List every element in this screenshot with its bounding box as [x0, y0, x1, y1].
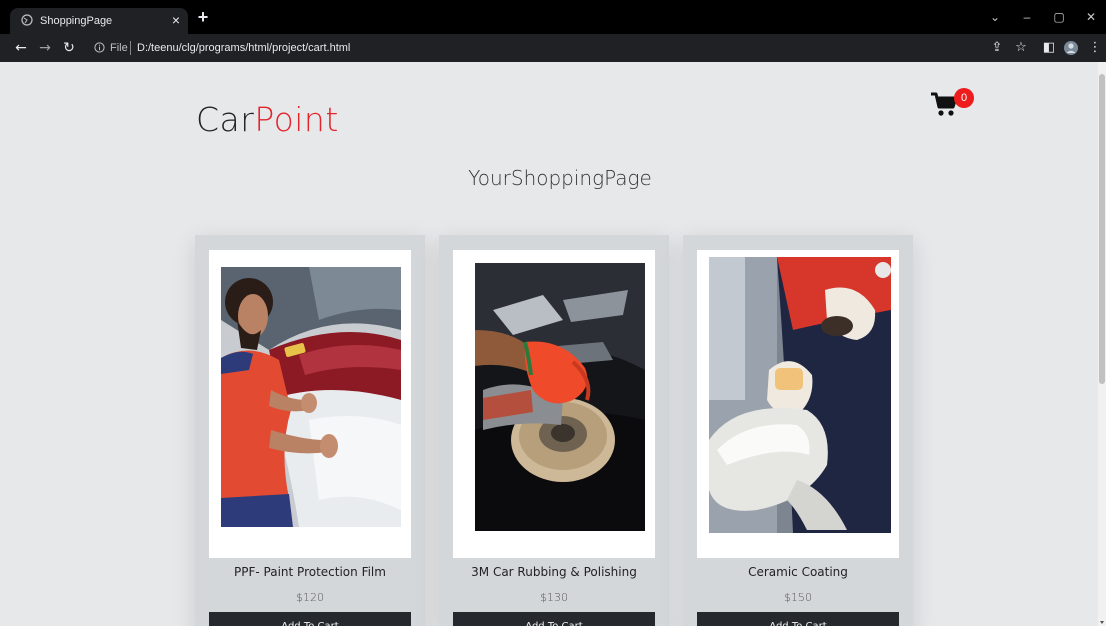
- site-logo[interactable]: CarPoint: [196, 100, 339, 140]
- side-panel-icon[interactable]: ◧: [1040, 39, 1058, 57]
- ppf-photo: [209, 250, 411, 558]
- cart-count-badge: 0: [954, 88, 974, 108]
- reload-icon[interactable]: ↻: [60, 39, 78, 57]
- page-scrollbar[interactable]: [1098, 62, 1106, 626]
- product-price: $150: [784, 591, 812, 604]
- bookmark-star-icon[interactable]: ☆: [1012, 39, 1030, 57]
- product-image[interactable]: [697, 250, 899, 558]
- product-card: 3M Car Rubbing & Polishing $130 Add To C…: [439, 235, 669, 626]
- ceramic-coating-photo: [697, 250, 899, 558]
- close-window-icon[interactable]: ✕: [1076, 8, 1106, 26]
- product-list: PPF- Paint Protection Film $120 Add To C…: [195, 235, 925, 626]
- back-arrow-icon[interactable]: ←: [12, 39, 30, 57]
- file-label: File: [110, 42, 128, 54]
- menu-kebab-icon[interactable]: ⋮: [1086, 39, 1104, 57]
- product-price: $120: [296, 591, 324, 604]
- product-card: PPF- Paint Protection Film $120 Add To C…: [195, 235, 425, 626]
- browser-tab[interactable]: ShoppingPage ×: [10, 8, 188, 34]
- address-bar[interactable]: File D:/teenu/clg/programs/html/project/…: [86, 37, 966, 59]
- product-name: Ceramic Coating: [748, 565, 848, 579]
- tab-search-icon[interactable]: ⌄: [980, 8, 1010, 26]
- page-title: YourShoppingPage: [468, 166, 652, 190]
- tab-title: ShoppingPage: [40, 15, 113, 27]
- profile-avatar-icon[interactable]: [1062, 39, 1080, 57]
- polishing-photo: [453, 250, 655, 558]
- address-separator: [130, 41, 131, 55]
- product-image[interactable]: [453, 250, 655, 558]
- minimize-icon[interactable]: –: [1012, 8, 1042, 26]
- add-to-cart-button[interactable]: Add To Cart: [697, 612, 899, 626]
- product-price: $130: [540, 591, 568, 604]
- product-name: 3M Car Rubbing & Polishing: [471, 565, 637, 579]
- web-page: CarPoint 0 YourShoppingPage PPF- Paint P…: [8, 62, 1098, 626]
- tab-close-button[interactable]: ×: [172, 12, 180, 28]
- logo-text-main: Car: [196, 100, 255, 139]
- globe-icon: [21, 14, 33, 26]
- maximize-icon[interactable]: ▢: [1044, 8, 1074, 26]
- share-icon[interactable]: ⇪: [988, 39, 1006, 57]
- browser-tab-bar: ShoppingPage × + ⌄ – ▢ ✕: [0, 0, 1106, 34]
- product-image[interactable]: [209, 250, 411, 558]
- product-name: PPF- Paint Protection Film: [234, 565, 386, 579]
- browser-toolbar: ← → ↻ File D:/teenu/clg/programs/html/pr…: [0, 34, 1106, 62]
- info-icon: [94, 42, 105, 53]
- new-tab-button[interactable]: +: [194, 8, 212, 26]
- scroll-down-arrow-icon[interactable]: [1100, 621, 1104, 624]
- add-to-cart-button[interactable]: Add To Cart: [453, 612, 655, 626]
- forward-arrow-icon[interactable]: →: [36, 39, 54, 57]
- url-text[interactable]: D:/teenu/clg/programs/html/project/cart.…: [137, 41, 350, 55]
- cart-button[interactable]: 0: [930, 88, 976, 122]
- product-card: Ceramic Coating $150 Add To Cart: [683, 235, 913, 626]
- logo-text-accent: Point: [254, 100, 339, 139]
- add-to-cart-button[interactable]: Add To Cart: [209, 612, 411, 626]
- scrollbar-thumb[interactable]: [1099, 74, 1105, 384]
